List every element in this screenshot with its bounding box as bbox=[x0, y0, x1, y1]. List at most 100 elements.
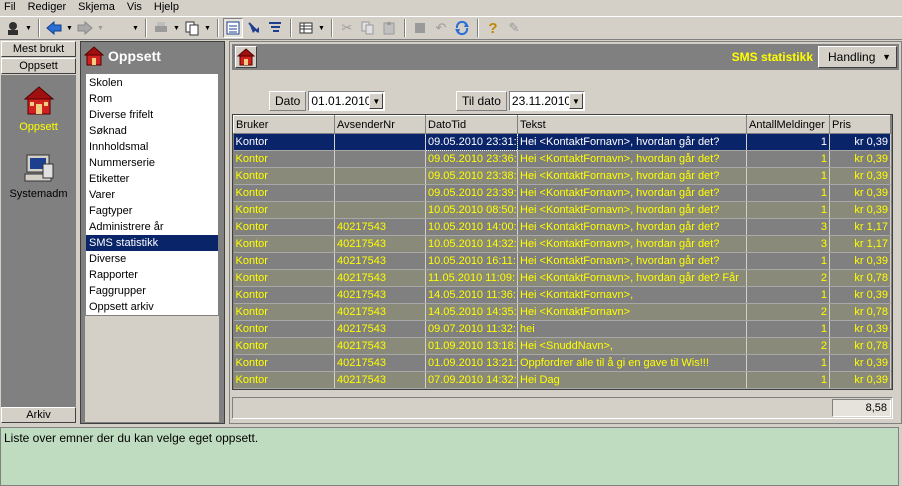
nav-item-oppsett[interactable]: Oppsett bbox=[1, 84, 76, 133]
settings-list-item[interactable]: Administrere år bbox=[86, 219, 218, 235]
table-cell: Hei <KontaktFornavn>, bbox=[517, 286, 747, 304]
edit-icon[interactable]: ✎ bbox=[504, 18, 524, 38]
table-row[interactable]: Kontor 40217543 11.05.2010 11:09: Hei <Kont… bbox=[233, 269, 891, 287]
table-row[interactable]: Kontor 09.05.2010 23:39: Hei <KontaktForna… bbox=[233, 184, 891, 202]
table-row[interactable]: Kontor 40217543 07.09.2010 14:32: Hei Dag 1 k… bbox=[233, 371, 891, 389]
copy-icon[interactable] bbox=[358, 18, 378, 38]
table-body: Kontor 09.05.2010 23:31: Hei <KontaktForna… bbox=[233, 133, 891, 389]
nav-item-systemadm[interactable]: Systemadm bbox=[1, 151, 76, 200]
chevron-down-icon[interactable]: ▼ bbox=[317, 18, 326, 38]
table-row[interactable]: Kontor 40217543 10.05.2010 14:32: Hei <Kont… bbox=[233, 235, 891, 253]
chevron-down-icon[interactable]: ▼ bbox=[172, 18, 181, 38]
menu-vis[interactable]: Vis bbox=[127, 1, 142, 14]
forward-arrow-icon[interactable] bbox=[75, 18, 95, 38]
filter-icon[interactable] bbox=[265, 18, 285, 38]
table-cell bbox=[334, 150, 426, 168]
table-row[interactable]: Kontor 40217543 14.05.2010 11:36: Hei <Kont… bbox=[233, 286, 891, 304]
table-icon[interactable] bbox=[296, 18, 316, 38]
list-view-icon[interactable] bbox=[223, 18, 243, 38]
nav-items-area: Oppsett Systemadm bbox=[1, 75, 76, 407]
settings-list-box: Skolen Rom Diverse frifelt Søknad Innholdsma… bbox=[85, 73, 219, 316]
table-row[interactable]: Kontor 09.05.2010 23:31: Hei <KontaktForna… bbox=[233, 133, 891, 151]
chevron-down-icon[interactable]: ▼ bbox=[65, 18, 74, 38]
table-cell: Kontor bbox=[233, 354, 335, 372]
table-row[interactable]: Kontor 40217543 01.09.2010 13:18: Hei <Snud… bbox=[233, 337, 891, 355]
copy-doc-icon[interactable] bbox=[182, 18, 202, 38]
chevron-down-icon[interactable]: ▼ bbox=[568, 93, 583, 109]
settings-list-item[interactable]: Skolen bbox=[86, 75, 218, 91]
table-row[interactable]: Kontor 09.05.2010 23:36: Hei <KontaktForna… bbox=[233, 150, 891, 168]
settings-list-item[interactable]: Oppsett arkiv bbox=[86, 299, 218, 315]
settings-list-item[interactable]: SMS statistikk bbox=[86, 235, 218, 251]
table-row[interactable]: Kontor 40217543 10.05.2010 16:11: Hei <Kont… bbox=[233, 252, 891, 270]
table-cell: Kontor bbox=[233, 303, 335, 321]
settings-list-item[interactable]: Diverse bbox=[86, 251, 218, 267]
table-cell: 40217543 bbox=[334, 235, 426, 253]
menu-skjema[interactable]: Skjema bbox=[78, 1, 115, 14]
chevron-down-icon[interactable]: ▼ bbox=[369, 93, 384, 109]
table-cell: Kontor bbox=[233, 184, 335, 202]
table-cell: 09.05.2010 23:38: bbox=[425, 167, 518, 185]
nav-oppsett-button[interactable]: Oppsett bbox=[1, 58, 76, 74]
stop-icon[interactable] bbox=[410, 18, 430, 38]
settings-list-item[interactable]: Varer bbox=[86, 187, 218, 203]
chevron-down-icon[interactable]: ▼ bbox=[24, 18, 33, 38]
user-menu-icon[interactable] bbox=[3, 18, 23, 38]
menu-fil[interactable]: Fil bbox=[4, 1, 16, 14]
chevron-down-icon[interactable]: ▼ bbox=[131, 18, 140, 38]
cut-icon[interactable]: ✂ bbox=[337, 18, 357, 38]
table-cell: 10.05.2010 08:50: bbox=[425, 201, 518, 219]
table-cell: 2 bbox=[746, 269, 830, 287]
settings-list-item[interactable]: Innholdsmal bbox=[86, 139, 218, 155]
table-row[interactable]: Kontor 40217543 01.09.2010 13:21: Oppfordre… bbox=[233, 354, 891, 372]
table-row[interactable]: Kontor 40217543 10.05.2010 14:00: Hei <Kont… bbox=[233, 218, 891, 236]
chevron-down-icon[interactable]: ▼ bbox=[96, 18, 105, 38]
table-cell: 14.05.2010 11:36: bbox=[425, 286, 518, 304]
chevron-down-icon: ▼ bbox=[882, 52, 891, 62]
paste-icon[interactable] bbox=[379, 18, 399, 38]
undo-icon[interactable]: ↶ bbox=[431, 18, 451, 38]
table-row[interactable]: Kontor 10.05.2010 08:50: Hei <KontaktForna… bbox=[233, 201, 891, 219]
settings-list-item[interactable]: Etiketter bbox=[86, 171, 218, 187]
house-icon bbox=[22, 84, 56, 118]
settings-list-item[interactable]: Faggrupper bbox=[86, 283, 218, 299]
house-icon[interactable] bbox=[235, 46, 257, 68]
menu-hjelp[interactable]: Hjelp bbox=[154, 1, 179, 14]
column-header[interactable]: AntallMeldinger bbox=[746, 115, 830, 134]
table-cell: 10.05.2010 14:32: bbox=[425, 235, 518, 253]
back-arrow-icon[interactable] bbox=[44, 18, 64, 38]
menu-rediger[interactable]: Rediger bbox=[28, 1, 67, 14]
column-header[interactable]: Bruker bbox=[233, 115, 335, 134]
table-cell: Kontor bbox=[233, 286, 335, 304]
table-cell: Kontor bbox=[233, 218, 335, 236]
table-row[interactable]: Kontor 40217543 14.05.2010 14:35: Hei <Kont… bbox=[233, 303, 891, 321]
import-icon[interactable] bbox=[244, 18, 264, 38]
column-header[interactable]: AvsenderNr bbox=[334, 115, 426, 134]
table-row[interactable]: Kontor 09.05.2010 23:38: Hei <KontaktForna… bbox=[233, 167, 891, 185]
settings-list-item[interactable]: Diverse frifelt bbox=[86, 107, 218, 123]
refresh-icon[interactable] bbox=[452, 18, 472, 38]
column-header[interactable]: Tekst bbox=[517, 115, 747, 134]
table-cell: 09.07.2010 11:32: bbox=[425, 320, 518, 338]
list-panel: Oppsett Skolen Rom Diverse frifelt Søknad In… bbox=[80, 41, 225, 424]
print-icon[interactable] bbox=[151, 18, 171, 38]
nav-arkiv-button[interactable]: Arkiv bbox=[1, 407, 76, 423]
column-header[interactable]: DatoTid bbox=[425, 115, 518, 134]
table-cell: Hei <SnuddNavn>, bbox=[517, 337, 747, 355]
date-to-combo[interactable]: 23.11.2010 ▼ bbox=[508, 91, 585, 111]
settings-list-item[interactable]: Fagtyper bbox=[86, 203, 218, 219]
column-header[interactable]: Pris bbox=[829, 115, 891, 134]
settings-list-item[interactable]: Rom bbox=[86, 91, 218, 107]
settings-list-item[interactable]: Nummerserie bbox=[86, 155, 218, 171]
table-row[interactable]: Kontor 40217543 09.07.2010 11:32: hei 1 kr 0,… bbox=[233, 320, 891, 338]
handling-dropdown[interactable]: Handling ▼ bbox=[818, 46, 897, 68]
chevron-down-icon[interactable]: ▼ bbox=[203, 18, 212, 38]
table-cell: 40217543 bbox=[334, 269, 426, 287]
settings-list-item[interactable]: Rapporter bbox=[86, 267, 218, 283]
table-cell: kr 0,39 bbox=[829, 133, 891, 151]
settings-list-item[interactable]: Søknad bbox=[86, 123, 218, 139]
nav-mest-brukt-button[interactable]: Mest brukt bbox=[1, 41, 76, 57]
toolbar-separator bbox=[331, 19, 333, 37]
date-from-combo[interactable]: 01.01.2010 ▼ bbox=[308, 91, 386, 111]
help-icon[interactable]: ? bbox=[483, 18, 503, 38]
